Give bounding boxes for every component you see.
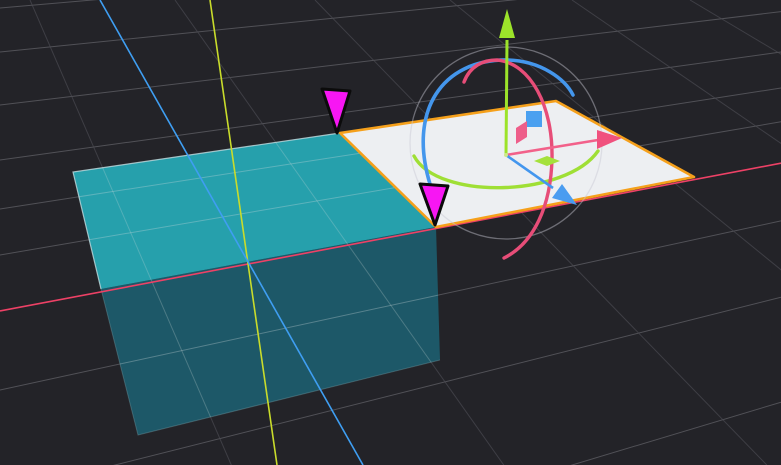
viewport-3d[interactable] — [0, 0, 781, 465]
y-axis-shaft[interactable] — [506, 40, 507, 155]
yz-plane-handle[interactable] — [526, 111, 542, 127]
scene-canvas[interactable] — [0, 0, 781, 465]
gizmo-center-dot — [504, 153, 508, 157]
